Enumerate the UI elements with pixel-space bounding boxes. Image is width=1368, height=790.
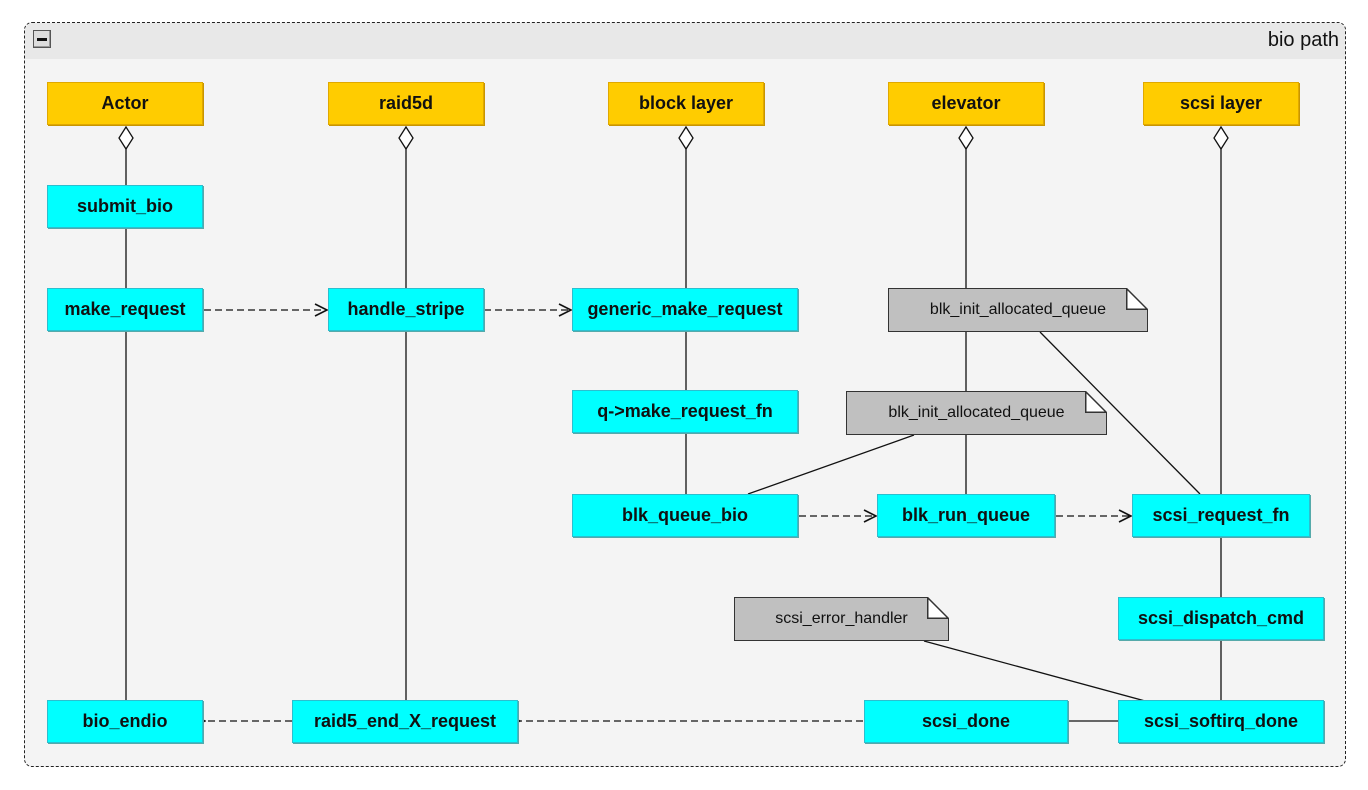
note-blk-init-allocated-queue-1[interactable]: blk_init_allocated_queue (888, 288, 1148, 332)
lifeline-header-elevator[interactable]: elevator (888, 82, 1044, 125)
lifeline-header-block-layer[interactable]: block layer (608, 82, 764, 125)
aggregation-diamond-block (678, 125, 694, 151)
lifeline-header-raid5d[interactable]: raid5d (328, 82, 484, 125)
func-scsi_done[interactable]: scsi_done (864, 700, 1068, 743)
func-make_request[interactable]: make_request (47, 288, 203, 331)
lifeline-header-scsi-layer[interactable]: scsi layer (1143, 82, 1299, 125)
aggregation-diamond-scsi (1213, 125, 1229, 151)
aggregation-diamond-raid5d (398, 125, 414, 151)
note3-anchor (923, 640, 1146, 702)
func-handle_stripe[interactable]: handle_stripe (328, 288, 484, 331)
aggregation-diamond-actor (118, 125, 134, 151)
func-raid5_end_X_request[interactable]: raid5_end_X_request (292, 700, 518, 743)
func-scsi_request_fn[interactable]: scsi_request_fn (1132, 494, 1310, 537)
func-scsi_dispatch_cmd[interactable]: scsi_dispatch_cmd (1118, 597, 1324, 640)
func-generic_make_request[interactable]: generic_make_request (572, 288, 798, 331)
func-q_make_request_fn[interactable]: q->make_request_fn (572, 390, 798, 433)
func-bio_endio[interactable]: bio_endio (47, 700, 203, 743)
note-fold-corner-icon (1126, 288, 1148, 310)
func-blk_run_queue[interactable]: blk_run_queue (877, 494, 1055, 537)
note-fold-corner-icon (1085, 391, 1107, 413)
lifeline-header-actor[interactable]: Actor (47, 82, 203, 125)
func-scsi_softirq_done[interactable]: scsi_softirq_done (1118, 700, 1324, 743)
aggregation-diamond-elevator (958, 125, 974, 151)
func-submit_bio[interactable]: submit_bio (47, 185, 203, 228)
func-blk_queue_bio[interactable]: blk_queue_bio (572, 494, 798, 537)
note-scsi-error-handler[interactable]: scsi_error_handler (734, 597, 949, 641)
note-blk-init-allocated-queue-2[interactable]: blk_init_allocated_queue (846, 391, 1107, 435)
note-fold-corner-icon (927, 597, 949, 619)
note2-anchor (747, 434, 915, 495)
